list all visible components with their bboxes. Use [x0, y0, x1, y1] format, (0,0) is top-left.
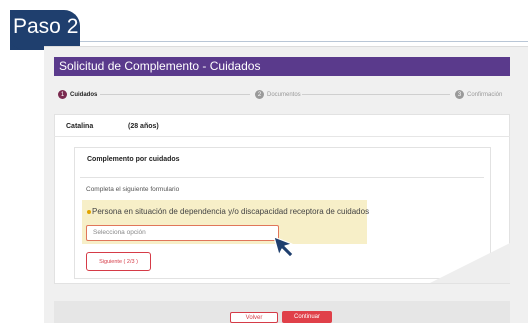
form-intro: Completa el siguiente formulario — [86, 186, 180, 193]
step-connector — [302, 94, 450, 95]
step-number: 3 — [455, 90, 464, 99]
question-label: Persona en situación de dependencia y/o … — [92, 207, 370, 216]
step-label: Documentos — [267, 91, 301, 98]
step-label: Confirmación — [467, 91, 503, 98]
section-divider — [80, 177, 484, 178]
step-number: 1 — [58, 90, 67, 99]
step-label: Cuidados — [70, 91, 98, 98]
required-dot-icon — [87, 210, 91, 214]
step-cuidados[interactable]: 1 Cuidados — [58, 90, 97, 99]
person-name: Catalina — [66, 123, 94, 130]
pointer-cursor-icon — [273, 236, 294, 258]
card-divider — [54, 136, 510, 137]
next-step-button[interactable]: Siguiente ( 2/3 ) — [86, 252, 151, 271]
header-bar: Solicitud de Complemento - Cuidados — [54, 57, 510, 76]
step-confirmacion[interactable]: 3 Confirmación — [455, 90, 502, 99]
stepper: 1 Cuidados 2 Documentos 3 Confirmación — [54, 90, 510, 106]
step-documentos[interactable]: 2 Documentos — [255, 90, 301, 99]
continue-button[interactable]: Continuar — [282, 311, 332, 323]
caregiver-select[interactable]: Selecciona opción — [86, 225, 279, 241]
step-connector — [100, 94, 250, 95]
back-button[interactable]: Volver — [230, 312, 278, 323]
step-number: 2 — [255, 90, 264, 99]
section-title: Complemento por cuidados — [87, 156, 180, 163]
page-title: Solicitud de Complemento - Cuidados — [59, 59, 261, 73]
top-divider — [80, 41, 528, 42]
person-age: (28 años) — [128, 123, 159, 130]
decorative-shape-icon — [430, 243, 510, 283]
